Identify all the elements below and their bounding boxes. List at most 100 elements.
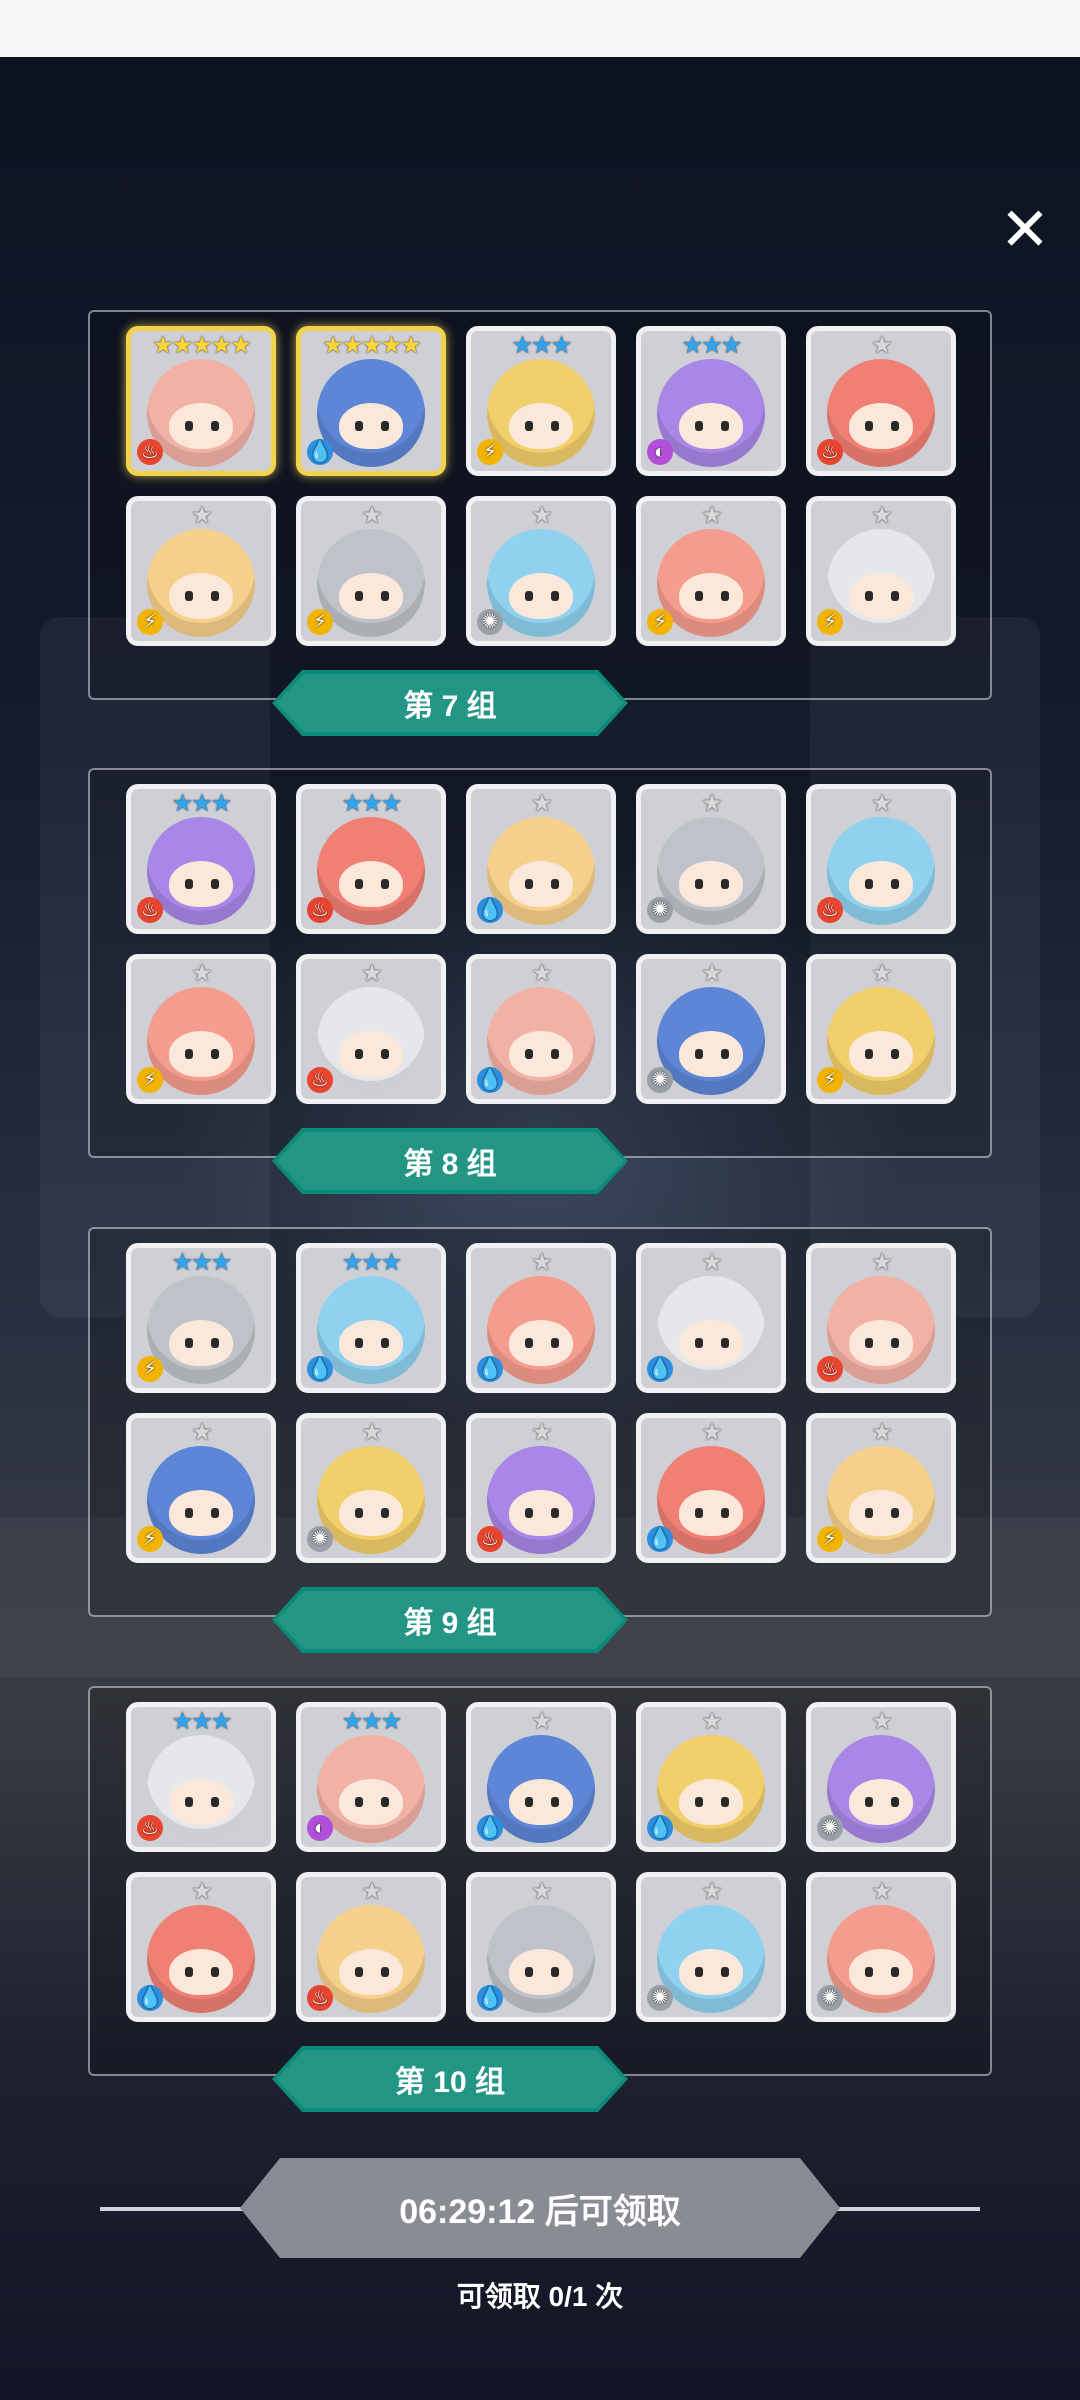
hero-card[interactable]: ★★★ ◐	[296, 1702, 446, 1852]
hero-card[interactable]: ★ 💧	[126, 1872, 276, 2022]
hero-eye	[185, 1049, 193, 1059]
hero-card[interactable]: ★ 💧	[466, 1872, 616, 2022]
hero-face	[169, 1949, 233, 1995]
hero-eye	[865, 591, 873, 601]
hero-card[interactable]: ★ ⚡	[806, 1413, 956, 1563]
hero-card[interactable]: ★★★ ♨	[126, 784, 276, 934]
group-title: 第 10 组	[394, 2066, 506, 2099]
hero-card[interactable]: ★★★ ♨	[296, 784, 446, 934]
hero-card[interactable]: ★ ⚡	[806, 954, 956, 1104]
light-element-icon: ✺	[477, 609, 503, 635]
star-rating-icon: ★★★★★	[322, 332, 422, 359]
close-icon: ✕	[999, 196, 1051, 263]
hero-card[interactable]: ★ ♨	[806, 1243, 956, 1393]
group-title-banner: 第 10 组	[272, 2046, 628, 2112]
star-rating-icon: ★★★	[341, 790, 403, 817]
hero-card[interactable]: ★ 💧	[466, 954, 616, 1104]
hero-card[interactable]: ★ ✺	[636, 954, 786, 1104]
claim-button[interactable]: 06:29:12 后可领取	[240, 2158, 840, 2258]
hero-card[interactable]: ★ ♨	[806, 784, 956, 934]
hero-eye	[355, 1049, 363, 1059]
hero-eye	[551, 879, 559, 889]
hero-eye	[355, 1967, 363, 1977]
light-element-icon: ✺	[817, 1815, 843, 1841]
claim-button-label: 06:29:12 后可领取	[399, 2192, 681, 2231]
star-rating-icon: ★	[531, 960, 553, 987]
star-rating-icon: ★★★	[171, 1708, 233, 1735]
hero-card[interactable]: ★ 💧	[466, 1702, 616, 1852]
hero-eye	[211, 591, 219, 601]
claim-divider-left	[100, 2207, 250, 2211]
fire-element-icon: ♨	[307, 897, 333, 923]
hero-card[interactable]: ★★★ 💧	[296, 1243, 446, 1393]
hero-card[interactable]: ★ ♨	[296, 1872, 446, 2022]
hero-card[interactable]: ★ ⚡	[126, 1413, 276, 1563]
claim-count-text: 可领取 0/1 次	[456, 2281, 624, 2312]
hero-card[interactable]: ★ ♨	[296, 954, 446, 1104]
hero-face	[169, 573, 233, 619]
group-title: 第 7 组	[403, 690, 497, 723]
hero-eye	[721, 879, 729, 889]
water-element-icon: 💧	[647, 1815, 673, 1841]
hero-card[interactable]: ★★★ ♨	[126, 1702, 276, 1852]
hero-eye	[551, 1049, 559, 1059]
group-title-banner: 第 9 组	[272, 1587, 628, 1653]
hero-card[interactable]: ★ 💧	[466, 1243, 616, 1393]
close-button[interactable]: ✕	[995, 200, 1055, 260]
hero-card[interactable]: ★ ✺	[806, 1872, 956, 2022]
star-rating-icon: ★★★	[171, 790, 233, 817]
star-rating-icon: ★	[871, 502, 893, 529]
star-rating-icon: ★★★★★	[152, 332, 252, 359]
hero-face	[679, 1949, 743, 1995]
hero-card[interactable]: ★ 💧	[636, 1413, 786, 1563]
hero-eye	[721, 1049, 729, 1059]
hero-card[interactable]: ★ ♨	[466, 1413, 616, 1563]
hero-card[interactable]: ★ ⚡	[126, 496, 276, 646]
hero-eye	[211, 1508, 219, 1518]
hero-face	[339, 1320, 403, 1366]
hero-card[interactable]: ★ ⚡	[806, 496, 956, 646]
hero-eye	[211, 879, 219, 889]
hero-eye	[891, 1967, 899, 1977]
star-rating-icon: ★	[701, 790, 723, 817]
hero-card[interactable]: ★ ✺	[466, 496, 616, 646]
hero-eye	[525, 1797, 533, 1807]
hero-card[interactable]: ★ ✺	[636, 1872, 786, 2022]
hero-card[interactable]: ★★★★★ 💧	[296, 326, 446, 476]
hero-face	[679, 861, 743, 907]
hero-card[interactable]: ★ ✺	[296, 1413, 446, 1563]
star-rating-icon: ★	[531, 790, 553, 817]
hero-eye	[891, 421, 899, 431]
hero-card[interactable]: ★ ♨	[806, 326, 956, 476]
hero-face	[509, 1490, 573, 1536]
water-element-icon: 💧	[647, 1526, 673, 1552]
hero-card[interactable]: ★ 💧	[466, 784, 616, 934]
lightning-element-icon: ⚡	[137, 1356, 163, 1382]
star-rating-icon: ★	[871, 1878, 893, 1905]
hero-card[interactable]: ★ ⚡	[296, 496, 446, 646]
hero-eye	[355, 1797, 363, 1807]
hero-eye	[381, 1049, 389, 1059]
hero-face	[849, 1779, 913, 1825]
hero-card[interactable]: ★★★ ⚡	[466, 326, 616, 476]
hero-face	[339, 573, 403, 619]
hero-eye	[355, 591, 363, 601]
star-rating-icon: ★★★	[681, 332, 743, 359]
hero-card[interactable]: ★ 💧	[636, 1702, 786, 1852]
hero-card[interactable]: ★ ✺	[636, 784, 786, 934]
fire-element-icon: ♨	[137, 439, 163, 465]
hero-card[interactable]: ★ ⚡	[636, 496, 786, 646]
hero-card[interactable]: ★★★ ⚡	[126, 1243, 276, 1393]
hero-card[interactable]: ★★★★★ ♨	[126, 326, 276, 476]
hero-card[interactable]: ★ ⚡	[126, 954, 276, 1104]
hero-card[interactable]: ★ ✺	[806, 1702, 956, 1852]
group-title: 第 9 组	[403, 1607, 497, 1640]
hero-eye	[721, 1967, 729, 1977]
water-element-icon: 💧	[477, 897, 503, 923]
hero-eye	[381, 1338, 389, 1348]
hero-face	[339, 1031, 403, 1077]
hero-card[interactable]: ★★★ ◐	[636, 326, 786, 476]
group-title-banner: 第 7 组	[272, 670, 628, 736]
hero-card[interactable]: ★ 💧	[636, 1243, 786, 1393]
star-rating-icon: ★	[701, 1419, 723, 1446]
